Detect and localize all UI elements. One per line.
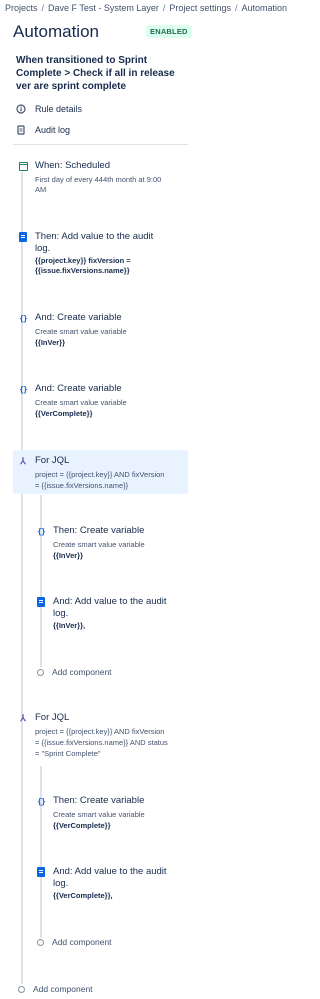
calendar-icon (18, 161, 28, 171)
add-component-dot (37, 668, 44, 676)
branch-for-jql[interactable]: ⅄ For JQL project = {{project.key}} AND … (18, 712, 188, 759)
step-value: {{project.key}} fixVersion = (35, 256, 131, 265)
curly-braces-icon: {} (19, 384, 28, 394)
step-value: {{VerComplete}} (53, 821, 111, 830)
step-title: log. (53, 878, 69, 889)
step-description: Create smart value variable (53, 810, 145, 819)
page-title: Automation (13, 22, 99, 41)
action-audit-log[interactable]: Then: Add value to the audit log. {{proj… (18, 231, 188, 278)
step-title: And: Create variable (35, 312, 122, 323)
breadcrumb-project[interactable]: Dave F Test - System Layer (48, 3, 159, 13)
breadcrumb-separator: / (234, 3, 238, 13)
breadcrumb: Projects / Dave F Test - System Layer / Proj… (5, 3, 287, 13)
document-icon (36, 867, 46, 877)
audit-log-link[interactable]: Audit log (16, 125, 70, 135)
rule-details-link[interactable]: Rule details (16, 104, 82, 114)
branch-for-jql[interactable]: ⅄ For JQL project = {{project.key}} AND … (18, 455, 188, 492)
step-title: And: Create variable (35, 383, 122, 394)
breadcrumb-projects[interactable]: Projects (5, 3, 38, 13)
branch-icon: ⅄ (20, 455, 26, 466)
step-description: = {{issue.fixVersions.name}} AND status (35, 738, 168, 747)
step-description: AM (35, 185, 47, 194)
document-icon (36, 597, 46, 607)
add-component-label: Add component (52, 667, 112, 677)
step-title: Then: Create variable (53, 795, 145, 806)
curly-braces-icon: {} (19, 313, 28, 323)
add-component-button[interactable]: Add component (37, 937, 112, 947)
document-icon (18, 232, 28, 242)
step-title: For JQL (35, 455, 70, 466)
info-icon (16, 104, 26, 114)
step-title: Then: Add value to the audit (35, 231, 154, 242)
breadcrumb-separator: / (41, 3, 45, 13)
breadcrumb-automation[interactable]: Automation (241, 3, 287, 13)
step-value: {{InVer}}, (53, 621, 86, 630)
step-value: {{issue.fixVersions.name}} (35, 266, 130, 275)
curly-braces-icon: {} (37, 796, 46, 806)
status-badge: ENABLED (146, 25, 192, 38)
step-value: {{VerComplete}}, (53, 891, 113, 900)
divider (13, 144, 188, 145)
document-icon (16, 125, 26, 135)
step-value: {{InVer}} (53, 551, 84, 560)
branch-icon: ⅄ (20, 712, 26, 723)
action-create-variable[interactable]: {} And: Create variable Create smart val… (18, 383, 188, 420)
step-description: project = {{project.key}} AND fixVersion (35, 727, 165, 736)
step-value: {{VerComplete}} (35, 409, 93, 418)
rule-details-label: Rule details (35, 104, 83, 114)
branch-connector-line (40, 766, 42, 938)
add-component-label: Add component (52, 937, 112, 947)
action-audit-log[interactable]: And: Add value to the audit log. {{InVer… (36, 596, 186, 633)
add-component-dot (18, 985, 25, 993)
breadcrumb-project-settings[interactable]: Project settings (169, 3, 231, 13)
step-description: Create smart value variable (53, 540, 145, 549)
add-component-button[interactable]: Add component (18, 984, 93, 994)
rule-name[interactable]: When transitioned to Sprint Complete > C… (16, 54, 192, 93)
action-create-variable[interactable]: {} Then: Create variable Create smart va… (36, 525, 186, 562)
step-title: Then: Create variable (53, 525, 145, 536)
step-title: For JQL (35, 712, 70, 723)
curly-braces-icon: {} (37, 526, 46, 536)
trigger-scheduled[interactable]: When: Scheduled First day of every 444th… (18, 160, 188, 201)
action-create-variable[interactable]: {} Then: Create variable Create smart va… (36, 795, 186, 832)
add-component-button[interactable]: Add component (37, 667, 112, 677)
breadcrumb-separator: / (162, 3, 166, 13)
step-title: When: Scheduled (35, 160, 110, 171)
step-description: = {{issue.fixVersions.name}} (35, 481, 129, 490)
audit-log-label: Audit log (35, 125, 71, 135)
step-description: First day of every 444th month at 9:00 (35, 175, 162, 184)
main-connector-line (21, 172, 23, 984)
step-description: = "Sprint Complete" (35, 749, 101, 758)
add-component-dot (37, 938, 44, 946)
step-title: And: Add value to the audit (53, 866, 167, 877)
step-title: log. (35, 243, 51, 254)
step-value: {{InVer}} (35, 338, 66, 347)
step-title: log. (53, 608, 69, 619)
action-create-variable[interactable]: {} And: Create variable Create smart val… (18, 312, 188, 349)
step-description: Create smart value variable (35, 398, 127, 407)
branch-connector-line (40, 495, 42, 667)
action-audit-log[interactable]: And: Add value to the audit log. {{VerCo… (36, 866, 186, 903)
step-description: project = {{project.key}} AND fixVersion (35, 470, 165, 479)
step-description: Create smart value variable (35, 327, 127, 336)
add-component-label: Add component (33, 984, 93, 994)
step-title: And: Add value to the audit (53, 596, 167, 607)
